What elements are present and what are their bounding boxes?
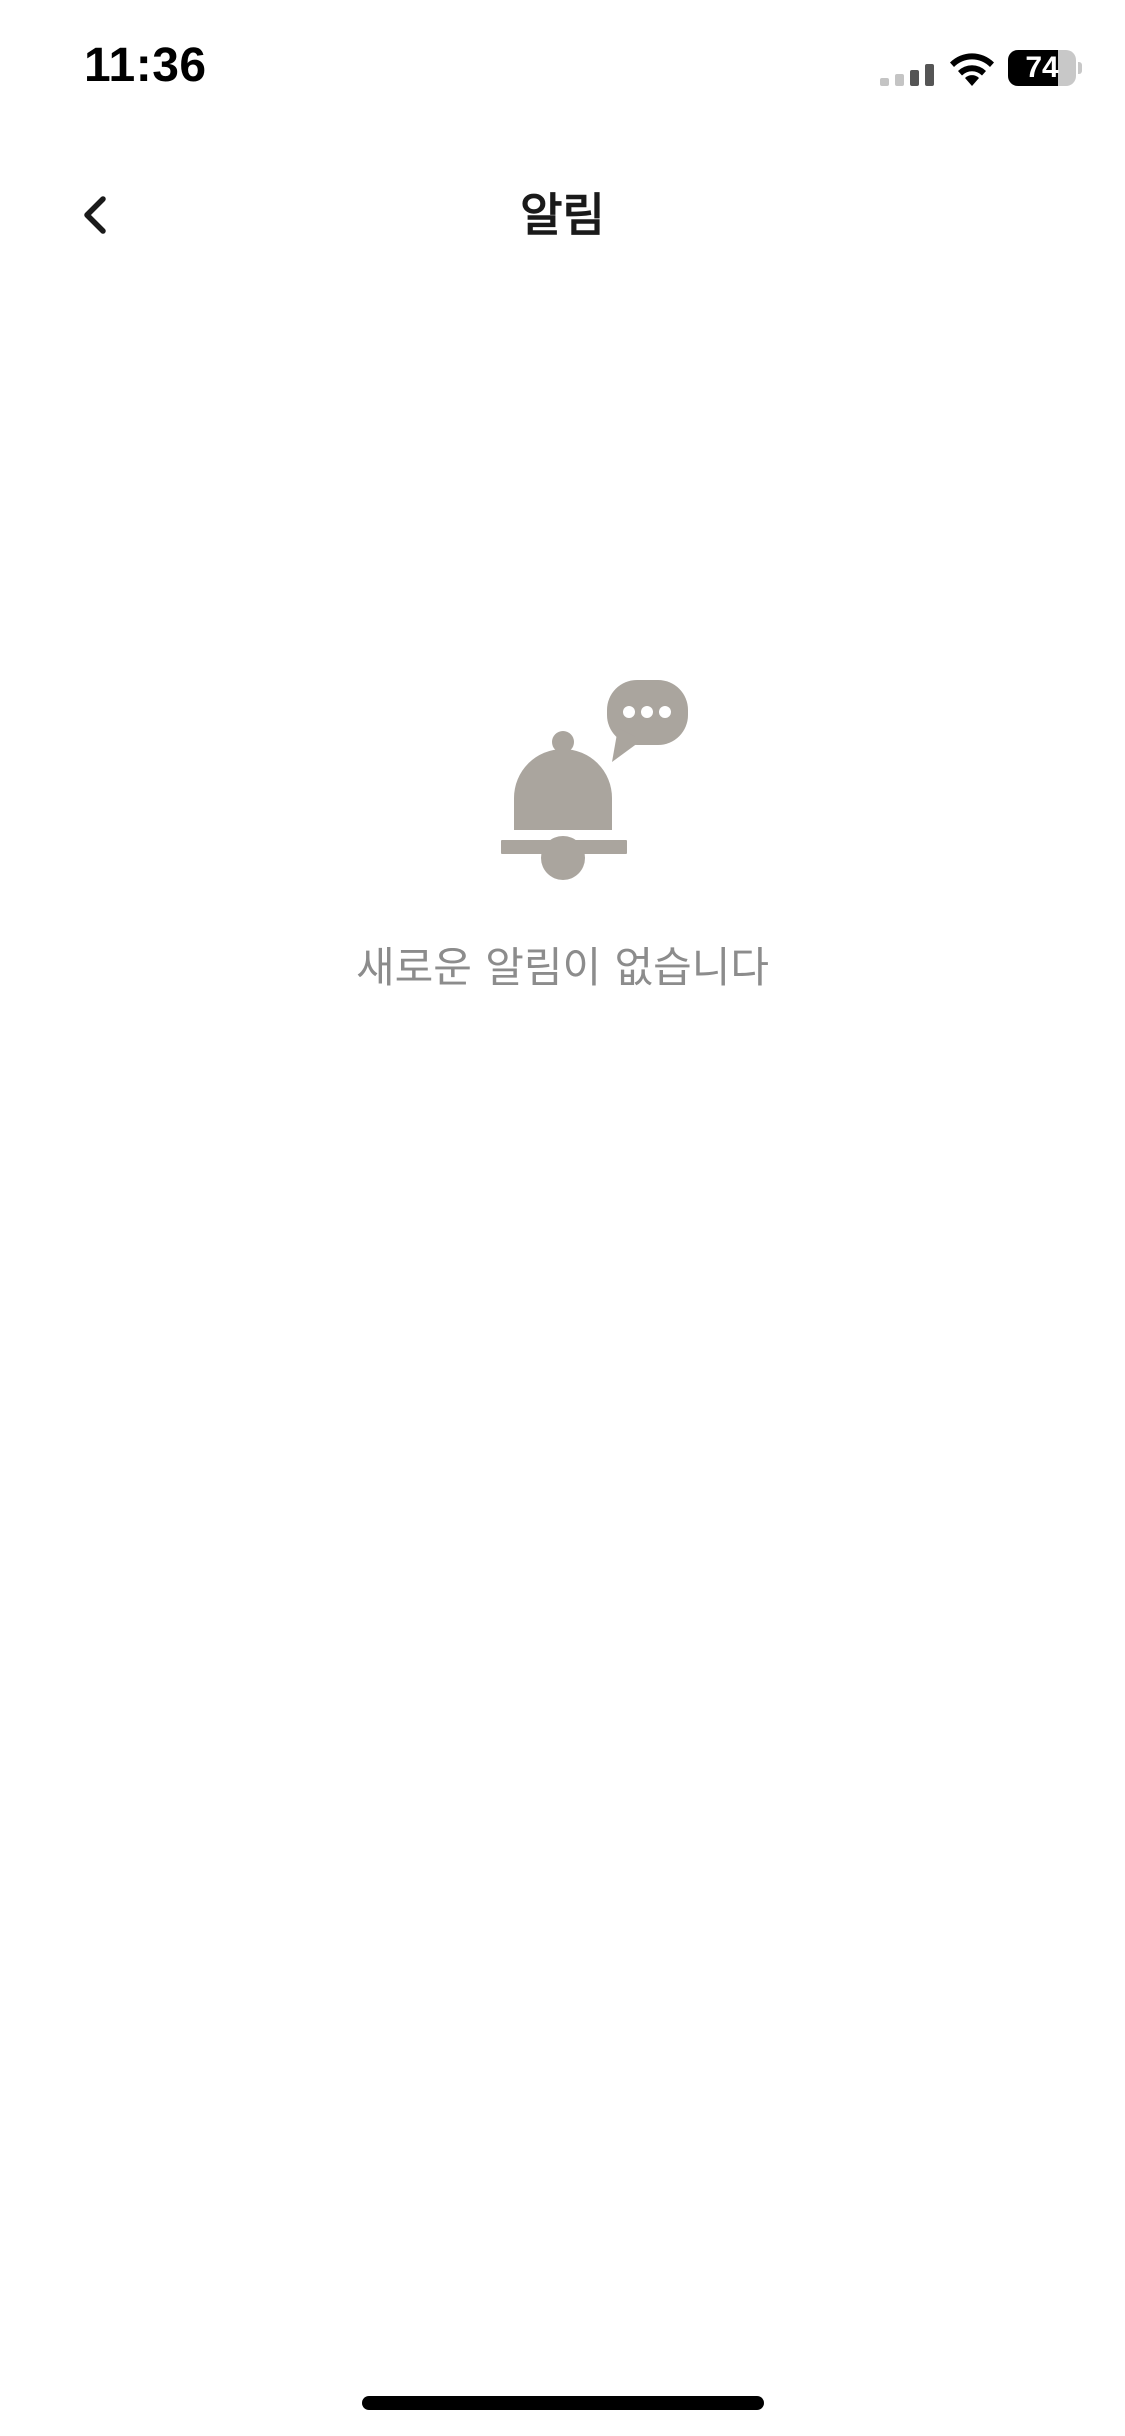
notifications-screen: 11:36 74 알림 새로운 알림이 없습니다: [0, 0, 1125, 2436]
wifi-icon: [950, 53, 994, 86]
status-bar: 11:36 74: [0, 0, 1125, 140]
battery-level: 74: [1025, 51, 1059, 84]
home-indicator[interactable]: [362, 2396, 764, 2410]
bell-with-chat-bubble-icon: [501, 680, 688, 880]
status-time: 11:36: [84, 39, 207, 92]
empty-state: 새로운 알림이 없습니다: [0, 670, 1125, 1010]
battery-icon: 74: [1008, 50, 1082, 86]
nav-bar: 알림: [0, 150, 1125, 280]
empty-message: 새로운 알림이 없습니다: [355, 943, 770, 992]
signal-icon: [880, 64, 934, 86]
page-title: 알림: [520, 188, 605, 242]
